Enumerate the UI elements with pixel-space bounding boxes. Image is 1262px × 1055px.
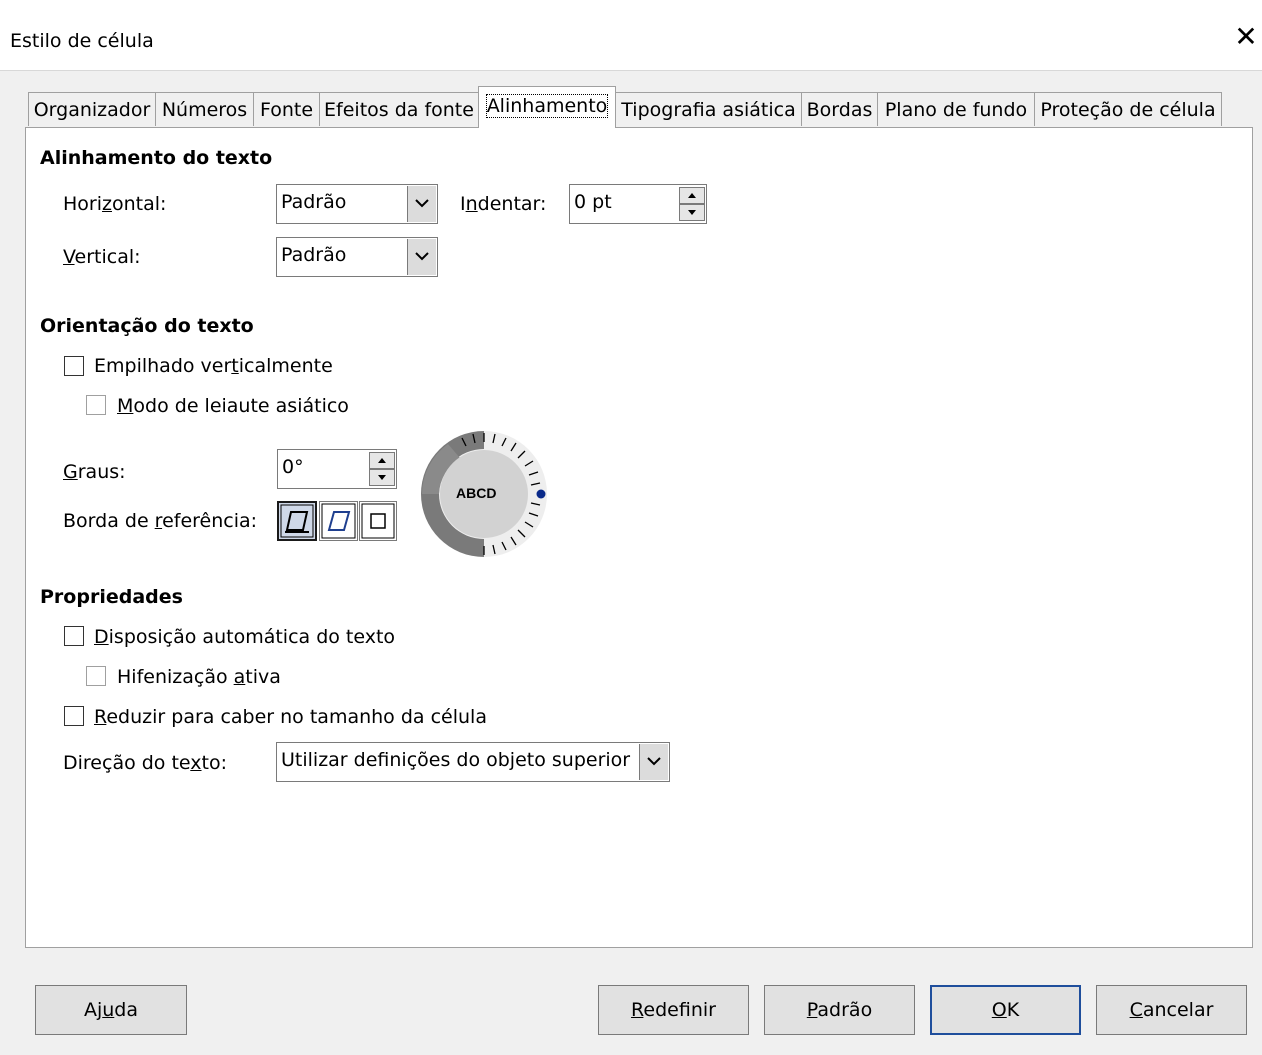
indent-spinbox[interactable]: 0 pt	[569, 184, 707, 224]
text-direction-dropdown[interactable]: Utilizar definições do objeto superior	[276, 742, 670, 782]
tab-numeros[interactable]: Números	[155, 92, 254, 126]
spin-up-icon[interactable]	[679, 187, 705, 204]
reference-edge-label: Borda de referência:	[63, 510, 258, 532]
ok-button[interactable]: OK	[930, 985, 1081, 1035]
help-button[interactable]: Ajuda	[35, 985, 187, 1035]
chevron-down-icon[interactable]	[407, 186, 436, 222]
window-title: Estilo de célula	[10, 30, 154, 52]
stacked-vertically-checkbox[interactable]	[64, 356, 84, 376]
indent-label: Indentar:	[460, 193, 547, 215]
text-direction-label: Direção do texto:	[63, 752, 228, 774]
degrees-spinbox[interactable]: 0°	[277, 449, 397, 489]
tab-plano-de-fundo[interactable]: Plano de fundo	[877, 92, 1035, 126]
section-heading-text-orientation: Orientação do texto	[40, 315, 254, 337]
ref-edge-bottom-icon	[280, 504, 314, 538]
tab-protecao-de-celula[interactable]: Proteção de célula	[1034, 92, 1222, 126]
horizontal-label: Horizontal:	[63, 193, 167, 215]
reset-button[interactable]: Redefinir	[598, 985, 749, 1035]
tab-fonte[interactable]: Fonte	[253, 92, 320, 126]
chevron-down-icon[interactable]	[407, 239, 436, 275]
hyphenation-label: Hifenização ativa	[117, 666, 281, 688]
spin-up-icon[interactable]	[369, 452, 395, 469]
default-button[interactable]: Padrão	[764, 985, 915, 1035]
vertical-label: Vertical:	[63, 246, 141, 268]
asian-layout-checkbox[interactable]	[86, 395, 106, 415]
spin-down-icon[interactable]	[369, 469, 395, 486]
dial-sample-text: ABCD	[456, 485, 497, 501]
asian-layout-label: Modo de leiaute asiático	[117, 395, 349, 417]
tab-alinhamento[interactable]: Alinhamento	[478, 86, 616, 128]
tab-tipografia-asiatica[interactable]: Tipografia asiática	[615, 92, 802, 126]
ref-edge-top-icon	[321, 503, 356, 539]
degrees-label: Graus:	[63, 461, 126, 483]
close-icon[interactable]: ✕	[1233, 23, 1259, 51]
tab-bordas[interactable]: Bordas	[801, 92, 878, 126]
spin-down-icon[interactable]	[679, 204, 705, 221]
section-heading-text-alignment: Alinhamento do texto	[40, 147, 273, 169]
tab-efeitos-da-fonte[interactable]: Efeitos da fonte	[319, 92, 479, 126]
shrink-to-fit-checkbox[interactable]	[64, 706, 84, 726]
vertical-dropdown[interactable]: Padrão	[276, 237, 438, 277]
title-bar: Estilo de célula ✕	[0, 0, 1262, 71]
rotation-dial[interactable]: ABCD	[418, 429, 550, 559]
tab-panel-alinhamento	[25, 127, 1253, 948]
ref-edge-inside-button[interactable]	[359, 501, 397, 541]
horizontal-dropdown[interactable]: Padrão	[276, 184, 438, 224]
ref-edge-top-button[interactable]	[319, 501, 358, 541]
wrap-text-checkbox[interactable]	[64, 626, 84, 646]
stacked-vertically-label: Empilhado verticalmente	[94, 355, 333, 377]
chevron-down-icon[interactable]	[639, 744, 668, 780]
shrink-to-fit-label: Reduzir para caber no tamanho da célula	[94, 706, 487, 728]
wrap-text-label: Disposição automática do texto	[94, 626, 396, 648]
hyphenation-checkbox[interactable]	[86, 666, 106, 686]
section-heading-properties: Propriedades	[40, 586, 183, 608]
cancel-button[interactable]: Cancelar	[1096, 985, 1247, 1035]
ref-edge-inside-icon	[361, 503, 395, 539]
ref-edge-bottom-button[interactable]	[277, 501, 317, 541]
tab-organizador[interactable]: Organizador	[28, 92, 156, 126]
